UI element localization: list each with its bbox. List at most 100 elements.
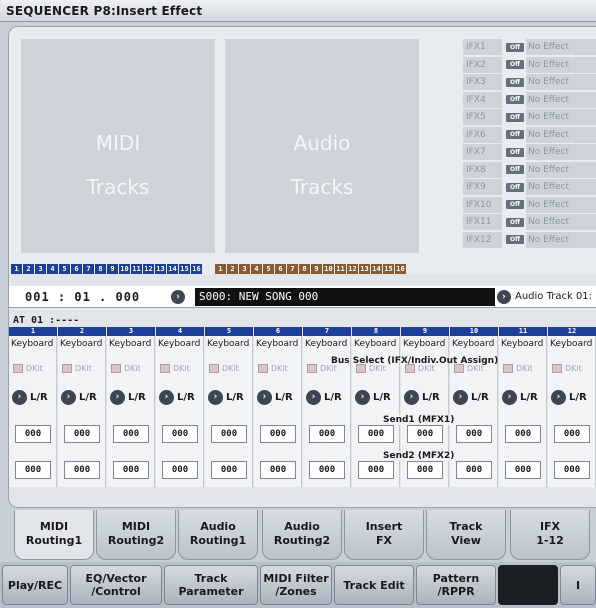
ifx-effect-name[interactable]: No Effect	[526, 74, 596, 91]
audio-track-select-arrow-icon[interactable]: ›	[497, 290, 511, 304]
send1-value[interactable]: 000	[162, 425, 198, 443]
ifx-slot[interactable]: IFX12 Off No Effect	[463, 231, 596, 249]
audio-track-number[interactable]: 3	[239, 264, 250, 274]
pan-control[interactable]: › L/R	[548, 383, 596, 415]
send1-value[interactable]: 000	[211, 425, 247, 443]
send1-value[interactable]: 000	[113, 425, 149, 443]
drum-kit-toggle[interactable]: DKit	[205, 358, 253, 383]
bus-select-value[interactable]: Keyboard	[58, 336, 106, 358]
arrow-right-icon[interactable]: ›	[208, 390, 223, 405]
midi-track-number[interactable]: 6	[71, 264, 82, 274]
ifx-effect-name[interactable]: No Effect	[526, 91, 596, 108]
send1-value[interactable]: 000	[505, 425, 541, 443]
bus-select-value[interactable]: Keyboard	[450, 336, 498, 358]
drum-kit-toggle[interactable]: DKit	[548, 358, 596, 383]
tab-insert-fx[interactable]: Insert FX	[344, 510, 424, 560]
page-button-track[interactable]: Track Parameter	[164, 565, 258, 605]
tab-audio-routing1[interactable]: Audio Routing1	[178, 510, 258, 560]
send2-value[interactable]: 000	[505, 461, 541, 479]
ifx-slot[interactable]: IFX1 Off No Effect	[463, 39, 596, 57]
tab-midi-routing2[interactable]: MIDI Routing2	[96, 510, 176, 560]
send2-value[interactable]: 000	[456, 461, 492, 479]
midi-tracks-area[interactable]: MIDI Tracks	[21, 39, 215, 253]
bus-select-value[interactable]: Keyboard	[254, 336, 302, 358]
send2-value[interactable]: 000	[309, 461, 345, 479]
midi-track-number[interactable]: 12	[143, 264, 154, 274]
audio-track-number[interactable]: 12	[347, 264, 358, 274]
song-position[interactable]: 001 : 01 . 000	[25, 290, 140, 304]
audio-track-number[interactable]: 8	[299, 264, 310, 274]
arrow-right-icon[interactable]: ›	[453, 390, 468, 405]
midi-track-number[interactable]: 3	[35, 264, 46, 274]
midi-track-number[interactable]: 14	[167, 264, 178, 274]
pan-control[interactable]: › L/R	[58, 383, 106, 415]
page-button-eq-vector[interactable]: EQ/Vector/Control	[70, 565, 162, 605]
bus-select-value[interactable]: Keyboard	[205, 336, 253, 358]
ifx-on-off-switch[interactable]: Off	[506, 235, 524, 245]
ifx-slot[interactable]: IFX2 Off No Effect	[463, 56, 596, 74]
audio-tracks-area[interactable]: Audio Tracks	[225, 39, 419, 253]
ifx-slot[interactable]: IFX10 Off No Effect	[463, 196, 596, 214]
ifx-on-off-switch[interactable]: Off	[506, 165, 524, 175]
audio-track-select[interactable]: Audio Track 01:	[515, 291, 592, 302]
ifx-effect-name[interactable]: No Effect	[526, 231, 596, 248]
page-button-midi-filter[interactable]: MIDI Filter/Zones	[260, 565, 332, 605]
ifx-on-off-switch[interactable]: Off	[506, 217, 524, 227]
pan-control[interactable]: › L/R	[107, 383, 155, 415]
ifx-effect-name[interactable]: No Effect	[526, 214, 596, 231]
tab-ifx-1-12[interactable]: IFX 1-12	[510, 510, 590, 560]
ifx-slot[interactable]: IFX4 Off No Effect	[463, 91, 596, 109]
pan-control[interactable]: › L/R	[156, 383, 204, 415]
send2-value[interactable]: 000	[358, 461, 394, 479]
pan-control[interactable]: › L/R	[205, 383, 253, 415]
midi-track-number[interactable]: 13	[155, 264, 166, 274]
pan-control[interactable]: › L/R	[254, 383, 302, 415]
send1-value[interactable]: 000	[407, 425, 443, 443]
ifx-on-off-switch[interactable]: Off	[506, 77, 524, 87]
send2-value[interactable]: 000	[407, 461, 443, 479]
audio-track-number[interactable]: 6	[275, 264, 286, 274]
ifx-effect-name[interactable]: No Effect	[526, 39, 596, 56]
audio-track-number[interactable]: 14	[371, 264, 382, 274]
audio-track-number[interactable]: 5	[263, 264, 274, 274]
tab-midi-routing1[interactable]: MIDI Routing1	[14, 510, 94, 560]
bus-select-value[interactable]: Keyboard	[352, 336, 400, 358]
midi-track-number[interactable]: 10	[119, 264, 130, 274]
arrow-right-icon[interactable]: ›	[355, 390, 370, 405]
ifx-effect-name[interactable]: No Effect	[526, 196, 596, 213]
page-button-track-edit[interactable]: Track Edit	[334, 565, 414, 605]
pan-control[interactable]: › L/R	[9, 383, 57, 415]
arrow-right-icon[interactable]: ›	[110, 390, 125, 405]
arrow-right-icon[interactable]: ›	[257, 390, 272, 405]
audio-track-number[interactable]: 16	[395, 264, 406, 274]
audio-track-number[interactable]: 1	[215, 264, 226, 274]
drum-kit-toggle[interactable]: DKit	[58, 358, 106, 383]
drum-kit-toggle[interactable]: DKit	[9, 358, 57, 383]
song-select-field[interactable]: S000: NEW SONG 000	[195, 288, 495, 306]
ifx-effect-name[interactable]: No Effect	[526, 56, 596, 73]
ifx-slot[interactable]: IFX6 Off No Effect	[463, 126, 596, 144]
ifx-slot[interactable]: IFX5 Off No Effect	[463, 109, 596, 127]
audio-track-number[interactable]: 11	[335, 264, 346, 274]
arrow-right-icon[interactable]: ›	[306, 390, 321, 405]
send1-value[interactable]: 000	[64, 425, 100, 443]
drum-kit-toggle[interactable]: DKit	[499, 358, 547, 383]
send1-value[interactable]: 000	[15, 425, 51, 443]
drum-kit-toggle[interactable]: DKit	[254, 358, 302, 383]
ifx-on-off-switch[interactable]: Off	[506, 182, 524, 192]
drum-kit-toggle[interactable]: DKit	[107, 358, 155, 383]
send2-value[interactable]: 000	[113, 461, 149, 479]
audio-track-number[interactable]: 15	[383, 264, 394, 274]
pan-control[interactable]: › L/R	[401, 383, 449, 415]
ifx-effect-name[interactable]: No Effect	[526, 126, 596, 143]
send1-value[interactable]: 000	[554, 425, 590, 443]
bus-select-value[interactable]: Keyboard	[107, 336, 155, 358]
send2-value[interactable]: 000	[554, 461, 590, 479]
send1-value[interactable]: 000	[309, 425, 345, 443]
bus-select-value[interactable]: Keyboard	[401, 336, 449, 358]
song-select-arrow-icon[interactable]: ›	[171, 290, 185, 304]
tab-audio-routing2[interactable]: Audio Routing2	[262, 510, 342, 560]
send2-value[interactable]: 000	[260, 461, 296, 479]
drum-kit-toggle[interactable]: DKit	[156, 358, 204, 383]
arrow-right-icon[interactable]: ›	[12, 390, 27, 405]
